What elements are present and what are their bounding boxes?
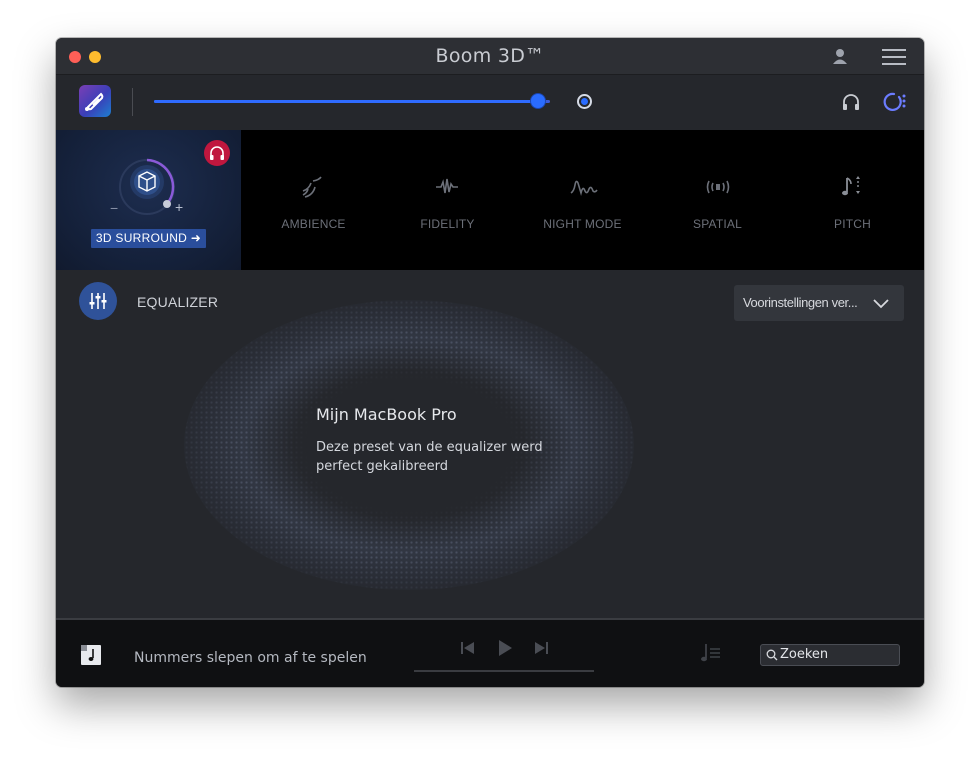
hamburger-menu-icon[interactable] [882, 48, 906, 66]
app-title: Boom 3D™ [435, 45, 545, 67]
toolbar-divider [132, 88, 133, 116]
chevron-down-icon [873, 299, 889, 309]
surround-button[interactable]: 3D SURROUND ➜ [91, 229, 206, 248]
next-track-icon[interactable] [532, 640, 550, 656]
playback-progress-bar[interactable] [414, 670, 594, 672]
volume-slider[interactable] [154, 100, 550, 103]
effect-fidelity[interactable]: FIDELITY [380, 130, 515, 270]
equalizer-panel: EQUALIZER Voorinstellingen ver... Mijn M… [56, 270, 924, 618]
surround-minus-icon: − [110, 200, 119, 216]
effect-spatial-label: SPATIAL [693, 217, 742, 231]
app-logo[interactable] [79, 85, 111, 117]
search-input[interactable] [780, 646, 892, 663]
effects-row: − + 3D SURROUND ➜ AMBIENCE FIDELITY NIGH… [56, 130, 924, 270]
boom-logo-icon [85, 92, 104, 111]
equalizer-sliders-icon [89, 293, 107, 309]
fidelity-icon [436, 178, 458, 194]
effect-pitch[interactable]: PITCH [785, 130, 920, 270]
effect-night-mode-label: NIGHT MODE [543, 217, 622, 231]
power-toggle-icon[interactable] [880, 90, 908, 112]
volume-slider-knob[interactable] [531, 94, 546, 108]
effect-pitch-label: PITCH [834, 217, 871, 231]
spatial-icon [706, 180, 730, 194]
device-name: Mijn MacBook Pro [316, 405, 457, 424]
title-bar: Boom 3D™ [56, 38, 924, 75]
effect-spatial[interactable]: SPATIAL [650, 130, 785, 270]
search-box[interactable] [760, 644, 900, 666]
user-icon[interactable] [830, 47, 850, 67]
surround-plus-icon: + [175, 199, 184, 215]
equalizer-label: EQUALIZER [137, 294, 219, 310]
volume-bar [56, 75, 924, 130]
effect-ambience-label: AMBIENCE [281, 217, 346, 231]
effect-fidelity-label: FIDELITY [420, 217, 475, 231]
surround-panel[interactable]: − + 3D SURROUND ➜ [56, 130, 241, 270]
effect-night-mode[interactable]: NIGHT MODE [515, 130, 650, 270]
preset-dropdown[interactable]: Voorinstellingen ver... [734, 285, 904, 321]
headphone-mode-badge[interactable] [204, 140, 230, 166]
pitch-icon [842, 176, 860, 196]
volume-slider-fill [154, 100, 539, 103]
boom3d-window: Boom 3D™ − + 3D SURROUND ➜ AMBIENCE FIDE… [56, 38, 924, 687]
ambience-icon [302, 176, 322, 198]
music-file-icon[interactable] [80, 644, 102, 666]
previous-track-icon[interactable] [459, 640, 477, 656]
player-bar: Nummers slepen om af te spelen [56, 618, 924, 687]
effect-ambience[interactable]: AMBIENCE [246, 130, 381, 270]
headphones-output-icon[interactable] [841, 92, 861, 112]
surround-intensity-dial[interactable] [112, 152, 182, 222]
equalizer-toggle[interactable] [79, 282, 117, 320]
search-icon [766, 649, 778, 661]
drop-tracks-hint: Nummers slepen om af te spelen [134, 650, 367, 666]
volume-boost-button[interactable] [577, 94, 592, 109]
headphones-icon [210, 146, 224, 160]
play-icon[interactable] [496, 638, 514, 658]
playlist-icon[interactable] [700, 642, 722, 664]
night-mode-icon [570, 180, 598, 197]
device-description: Deze preset van de equalizer werd perfec… [316, 440, 543, 474]
preset-dropdown-value: Voorinstellingen ver... [743, 295, 858, 310]
